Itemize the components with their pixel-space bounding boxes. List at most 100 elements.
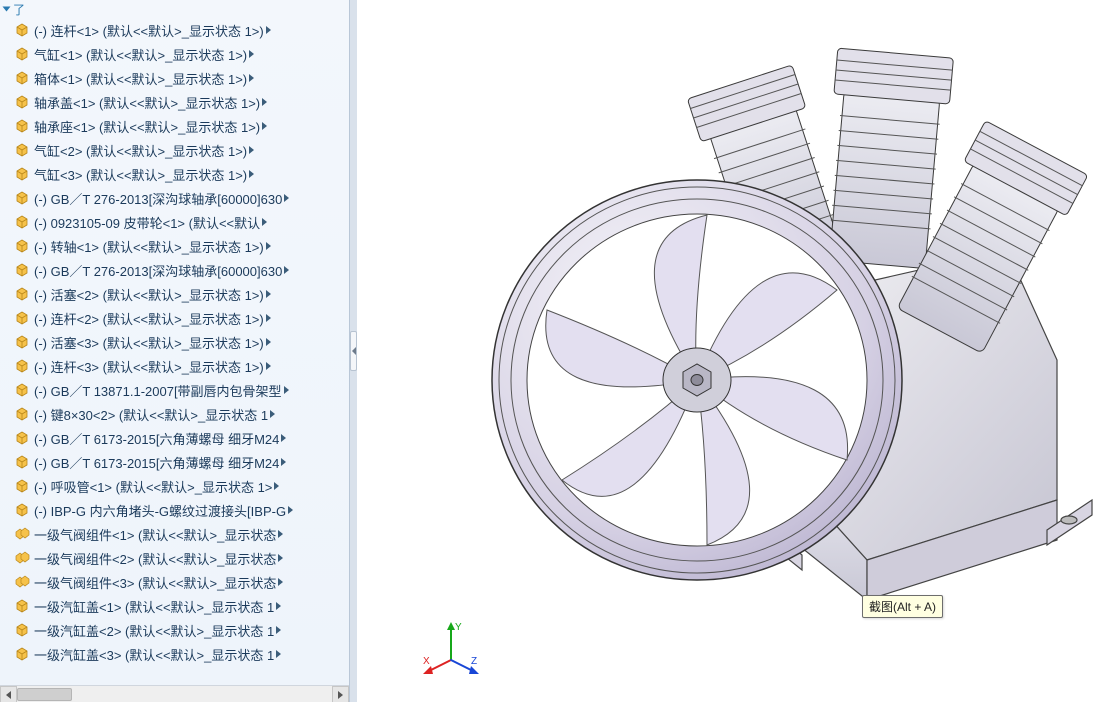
horizontal-scrollbar[interactable]: [0, 685, 349, 702]
tree-item[interactable]: 一级汽缸盖<2> (默认<<默认>_显示状态 1: [14, 618, 349, 642]
part-icon: [14, 71, 30, 85]
chevron-right-icon[interactable]: [249, 146, 254, 154]
tree-item[interactable]: 气缸<2> (默认<<默认>_显示状态 1>): [14, 138, 349, 162]
tree-item-label: 轴承座<1> (默认<<默认>_显示状态 1>): [34, 117, 260, 136]
chevron-right-icon[interactable]: [266, 26, 271, 34]
part-icon: [14, 47, 30, 61]
chevron-right-icon[interactable]: [276, 650, 281, 658]
tree-item[interactable]: (-) 连杆<2> (默认<<默认>_显示状态 1>): [14, 306, 349, 330]
chevron-right-icon[interactable]: [262, 98, 267, 106]
tree-item[interactable]: (-) GB／T 6173-2015[六角薄螺母 细牙M24: [14, 450, 349, 474]
part-icon: [14, 287, 30, 301]
chevron-right-icon[interactable]: [249, 170, 254, 178]
splitter-grip-icon: [350, 331, 357, 371]
scroll-left-button[interactable]: [0, 686, 17, 702]
tree-item[interactable]: (-) 活塞<2> (默认<<默认>_显示状态 1>): [14, 282, 349, 306]
tree-item-label: 一级汽缸盖<2> (默认<<默认>_显示状态 1: [34, 621, 274, 640]
chevron-right-icon[interactable]: [284, 266, 289, 274]
3d-viewport[interactable]: Y X Z 截图(Alt + A): [357, 0, 1109, 702]
chevron-right-icon[interactable]: [284, 386, 289, 394]
orientation-triad[interactable]: Y X Z: [421, 620, 481, 680]
triad-y-label: Y: [455, 622, 462, 633]
tree-item-label: 一级汽缸盖<1> (默认<<默认>_显示状态 1: [34, 597, 274, 616]
triangle-right-icon: [338, 691, 343, 699]
tree-item[interactable]: 一级气阀组件<1> (默认<<默认>_显示状态: [14, 522, 349, 546]
chevron-right-icon[interactable]: [249, 74, 254, 82]
tree-item[interactable]: 轴承盖<1> (默认<<默认>_显示状态 1>): [14, 90, 349, 114]
chevron-right-icon[interactable]: [281, 458, 286, 466]
chevron-right-icon[interactable]: [266, 362, 271, 370]
tree-item-label: 轴承盖<1> (默认<<默认>_显示状态 1>): [34, 93, 260, 112]
chevron-right-icon[interactable]: [266, 338, 271, 346]
tree-item[interactable]: 轴承座<1> (默认<<默认>_显示状态 1>): [14, 114, 349, 138]
chevron-down-icon: [3, 7, 11, 12]
tree-item[interactable]: (-) 0923105-09 皮带轮<1> (默认<<默认: [14, 210, 349, 234]
tree-item[interactable]: 箱体<1> (默认<<默认>_显示状态 1>): [14, 66, 349, 90]
chevron-right-icon[interactable]: [262, 122, 267, 130]
tree-item[interactable]: 一级汽缸盖<1> (默认<<默认>_显示状态 1: [14, 594, 349, 618]
chevron-right-icon[interactable]: [266, 314, 271, 322]
triad-x-label: X: [423, 656, 430, 667]
chevron-right-icon[interactable]: [276, 626, 281, 634]
scroll-right-button[interactable]: [332, 686, 349, 702]
tree-item[interactable]: (-) GB／T 6173-2015[六角薄螺母 细牙M24: [14, 426, 349, 450]
tree-item[interactable]: 气缸<3> (默认<<默认>_显示状态 1>): [14, 162, 349, 186]
tree-item[interactable]: 一级气阀组件<3> (默认<<默认>_显示状态: [14, 570, 349, 594]
chevron-right-icon[interactable]: [284, 194, 289, 202]
chevron-right-icon[interactable]: [278, 530, 283, 538]
tree-item[interactable]: (-) 活塞<3> (默认<<默认>_显示状态 1>): [14, 330, 349, 354]
screenshot-tooltip: 截图(Alt + A): [862, 595, 943, 618]
tree-list: (-) 连杆<1> (默认<<默认>_显示状态 1>) 气缸<1> (默认<<默…: [0, 18, 349, 666]
tree-item-label: (-) 活塞<2> (默认<<默认>_显示状态 1>): [34, 285, 264, 304]
tree-header[interactable]: 了: [0, 0, 349, 18]
tree-item-label: 气缸<2> (默认<<默认>_显示状态 1>): [34, 141, 247, 160]
tree-item[interactable]: (-) GB／T 276-2013[深沟球轴承[60000]630: [14, 258, 349, 282]
tree-item[interactable]: (-) IBP-G 内六角堵头-G螺纹过渡接头[IBP-G: [14, 498, 349, 522]
part-icon: [14, 479, 30, 493]
part-icon: [14, 647, 30, 661]
tree-item-label: (-) GB／T 276-2013[深沟球轴承[60000]630: [34, 189, 282, 208]
tree-header-label: 了: [13, 1, 25, 18]
tree-item[interactable]: 一级汽缸盖<3> (默认<<默认>_显示状态 1: [14, 642, 349, 666]
tree-item[interactable]: (-) 呼吸管<1> (默认<<默认>_显示状态 1>: [14, 474, 349, 498]
tree-item-label: (-) 转轴<1> (默认<<默认>_显示状态 1>): [34, 237, 264, 256]
chevron-right-icon[interactable]: [274, 482, 279, 490]
chevron-right-icon[interactable]: [281, 434, 286, 442]
part-icon: [14, 335, 30, 349]
tree-item-label: (-) 连杆<3> (默认<<默认>_显示状态 1>): [34, 357, 264, 376]
tree-item-label: (-) GB／T 13871.1-2007[带副唇内包骨架型: [34, 381, 282, 400]
tree-item[interactable]: (-) 连杆<3> (默认<<默认>_显示状态 1>): [14, 354, 349, 378]
tree-item[interactable]: (-) 转轴<1> (默认<<默认>_显示状态 1>): [14, 234, 349, 258]
tree-item-label: (-) GB／T 276-2013[深沟球轴承[60000]630: [34, 261, 282, 280]
scroll-track[interactable]: [17, 686, 332, 702]
chevron-right-icon[interactable]: [288, 506, 293, 514]
chevron-right-icon[interactable]: [266, 242, 271, 250]
triangle-left-icon: [6, 691, 11, 699]
chevron-right-icon[interactable]: [249, 50, 254, 58]
part-icon: [14, 119, 30, 133]
part-icon: [14, 95, 30, 109]
chevron-right-icon[interactable]: [278, 554, 283, 562]
chevron-right-icon[interactable]: [276, 602, 281, 610]
chevron-right-icon[interactable]: [262, 218, 267, 226]
chevron-right-icon[interactable]: [278, 578, 283, 586]
tree-item[interactable]: (-) GB／T 276-2013[深沟球轴承[60000]630: [14, 186, 349, 210]
tree-item-label: 一级气阀组件<3> (默认<<默认>_显示状态: [34, 573, 276, 592]
tooltip-text: 截图(Alt + A): [869, 600, 936, 614]
assembly-icon: [14, 551, 30, 565]
tree-item-label: (-) IBP-G 内六角堵头-G螺纹过渡接头[IBP-G: [34, 501, 286, 520]
tree-item[interactable]: 气缸<1> (默认<<默认>_显示状态 1>): [14, 42, 349, 66]
scroll-thumb[interactable]: [17, 688, 72, 701]
tree-item-label: 气缸<3> (默认<<默认>_显示状态 1>): [34, 165, 247, 184]
app-root: 了 (-) 连杆<1> (默认<<默认>_显示状态 1>) 气缸<1> (默认<…: [0, 0, 1109, 702]
tree-item[interactable]: (-) 连杆<1> (默认<<默认>_显示状态 1>): [14, 18, 349, 42]
feature-tree-panel: 了 (-) 连杆<1> (默认<<默认>_显示状态 1>) 气缸<1> (默认<…: [0, 0, 350, 702]
chevron-right-icon[interactable]: [266, 290, 271, 298]
tree-item[interactable]: (-) 键8×30<2> (默认<<默认>_显示状态 1: [14, 402, 349, 426]
panel-splitter[interactable]: [350, 0, 357, 702]
tree-item[interactable]: (-) GB／T 13871.1-2007[带副唇内包骨架型: [14, 378, 349, 402]
chevron-right-icon[interactable]: [270, 410, 275, 418]
tree-item-label: (-) GB／T 6173-2015[六角薄螺母 细牙M24: [34, 453, 279, 472]
tree-item[interactable]: 一级气阀组件<2> (默认<<默认>_显示状态: [14, 546, 349, 570]
tree-item-label: (-) 键8×30<2> (默认<<默认>_显示状态 1: [34, 405, 268, 424]
